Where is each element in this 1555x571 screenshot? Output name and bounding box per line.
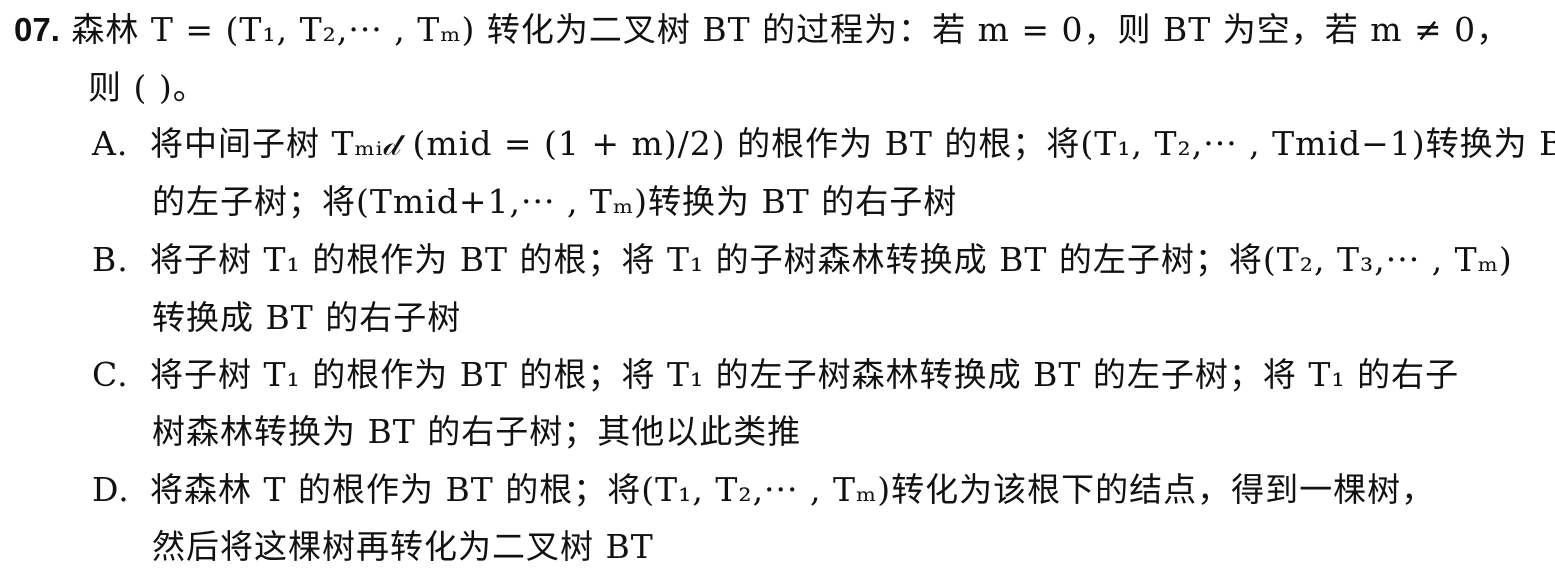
option-d-text-2: 然后将这棵树再转化为二叉树 BT (152, 527, 654, 566)
option-a-label: A. (92, 124, 129, 163)
option-d-text-1: 将森林 T 的根作为 BT 的根；将(T₁, T₂,··· , Tₘ)转化为该根… (150, 470, 1436, 509)
option-a-text-2: 的左子树；将(Tmid+1,··· , Tₘ)转换为 BT 的右子树 (152, 182, 958, 221)
question-number: 07. (14, 11, 60, 48)
option-b-text-1: 将子树 T₁ 的根作为 BT 的根；将 T₁ 的子树森林转换成 BT 的左子树；… (150, 240, 1513, 279)
option-d[interactable]: D. 将森林 T 的根作为 BT 的根；将(T₁, T₂,··· , Tₘ)转化为… (92, 470, 1435, 510)
option-c-text-1: 将子树 T₁ 的根作为 BT 的根；将 T₁ 的左子树森林转换成 BT 的左子树… (150, 355, 1460, 394)
option-c-label: C. (92, 355, 129, 394)
option-c[interactable]: C. 将子树 T₁ 的根作为 BT 的根；将 T₁ 的左子树森林转换成 BT 的左… (92, 355, 1459, 395)
option-b[interactable]: B. 将子树 T₁ 的根作为 BT 的根；将 T₁ 的子树森林转换成 BT 的左子… (92, 240, 1513, 280)
option-a[interactable]: A. 将中间子树 Tₘᵢ𝒹 (mid = (1 + m)/2) 的根作为 BT 的… (92, 124, 1555, 164)
question-stem-line-1: 07. 森林 T = (T₁, T₂,··· , Tₘ) 转化为二叉树 BT 的… (14, 10, 1510, 50)
option-a-text-1: 将中间子树 Tₘᵢ𝒹 (mid = (1 + m)/2) 的根作为 BT 的根；… (150, 124, 1555, 163)
option-b-label: B. (92, 240, 129, 279)
option-d-label: D. (92, 470, 130, 509)
question-stem-line-2: 则 ( )。 (88, 68, 207, 107)
question-stem-text-1: 森林 T = (T₁, T₂,··· , Tₘ) 转化为二叉树 BT 的过程为：… (71, 10, 1511, 49)
question-page: 07. 森林 T = (T₁, T₂,··· , Tₘ) 转化为二叉树 BT 的… (0, 0, 1555, 571)
option-c-text-2: 树森林转换为 BT 的右子树；其他以此类推 (152, 412, 802, 451)
option-b-text-2: 转换成 BT 的右子树 (152, 298, 462, 337)
